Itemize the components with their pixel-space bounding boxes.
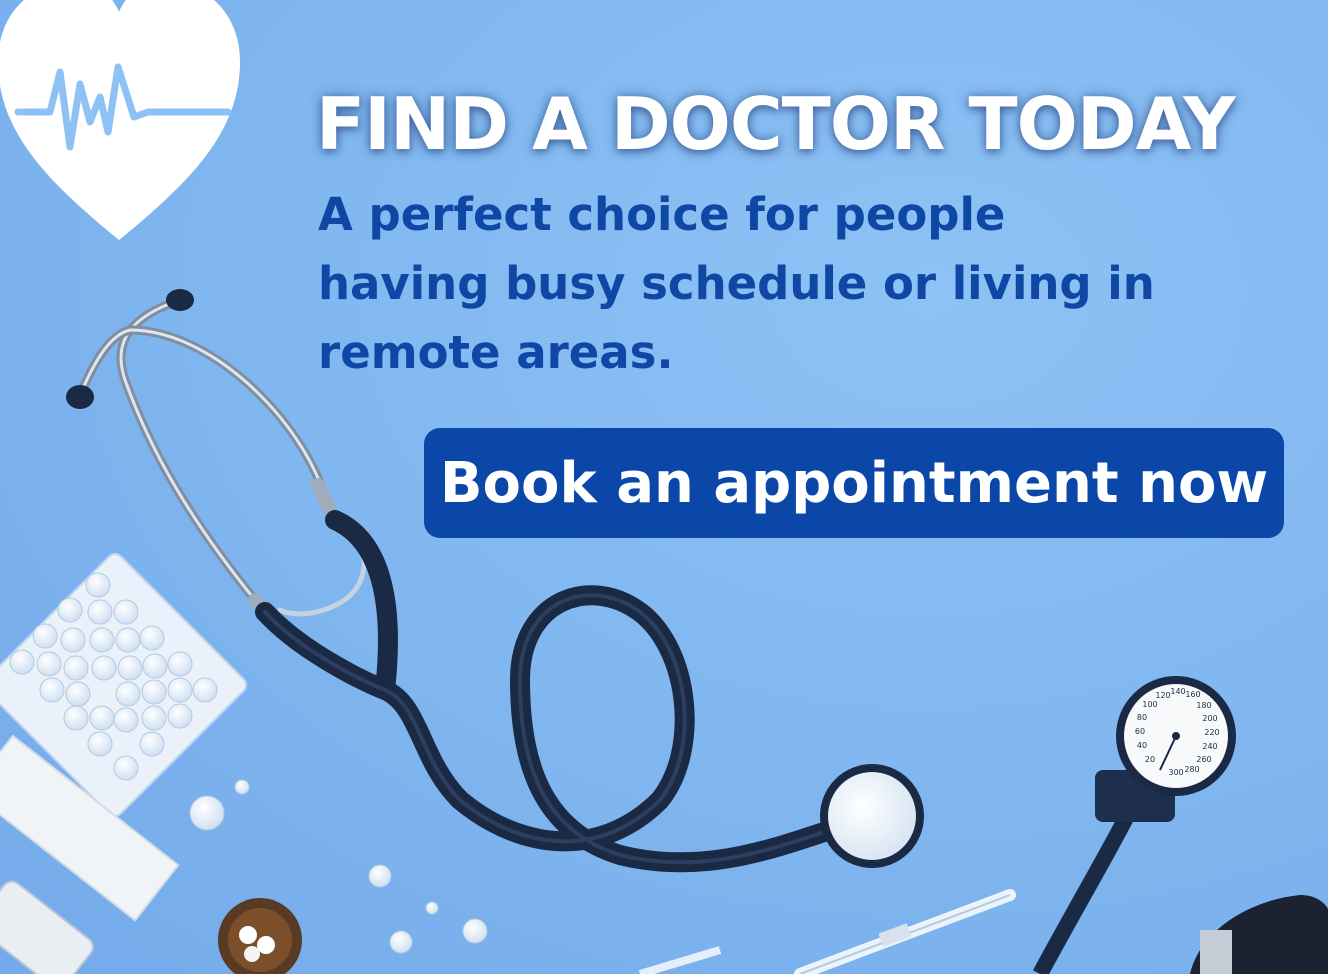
gauge-tick: 160 xyxy=(1185,690,1200,699)
gauge-tick: 120 xyxy=(1155,691,1170,700)
page-title: FIND A DOCTOR TODAY xyxy=(316,82,1236,166)
book-appointment-button[interactable]: Book an appointment now xyxy=(424,428,1284,538)
gauge-tick: 20 xyxy=(1145,755,1155,764)
gauge-tick: 280 xyxy=(1184,765,1199,774)
gauge-tick: 220 xyxy=(1204,728,1219,737)
thermometer-icon xyxy=(0,880,94,974)
gauge-tick: 40 xyxy=(1137,741,1147,750)
heart-pulse-icon xyxy=(0,0,240,240)
gauge-tick: 80 xyxy=(1137,713,1147,722)
gauge-tick: 100 xyxy=(1142,700,1157,709)
gauge-tick: 240 xyxy=(1202,742,1217,751)
gauge-tick: 300 xyxy=(1168,768,1183,777)
subtitle-line: remote areas. xyxy=(318,326,674,379)
pill-bottle-icon xyxy=(218,898,302,974)
syringe-icon xyxy=(638,889,1016,974)
gauge-tick: 140 xyxy=(1170,687,1185,696)
gauge-tick: 180 xyxy=(1196,701,1211,710)
blood-pressure-gauge-icon: 20 40 60 80 100 120 140 160 180 200 220 … xyxy=(1032,676,1328,974)
subtitle-line: having busy schedule or living in xyxy=(318,257,1155,310)
gauge-tick: 200 xyxy=(1202,714,1217,723)
gauge-tick: 260 xyxy=(1196,755,1211,764)
subtitle: A perfect choice for people having busy … xyxy=(318,180,1198,387)
subtitle-line: A perfect choice for people xyxy=(318,188,1006,241)
gauge-tick: 60 xyxy=(1135,727,1145,736)
